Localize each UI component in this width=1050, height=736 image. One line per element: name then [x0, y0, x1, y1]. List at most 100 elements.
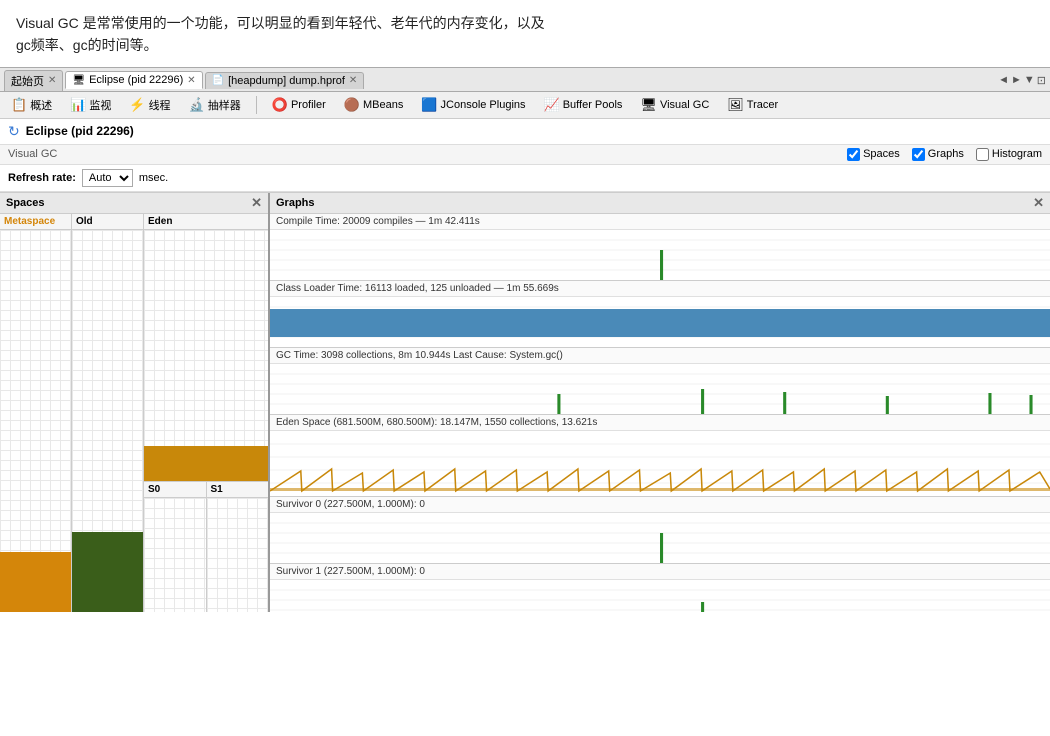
survivor0-graph — [270, 513, 1050, 563]
tab-heapdump[interactable]: 📄 [heapdump] dump.hprof ✕ — [205, 72, 365, 89]
old-col-header: Old — [72, 214, 143, 230]
tab-nav-buttons: ◄ ► ▼ ⊡ — [998, 74, 1046, 87]
toolbar-bufferpools[interactable]: 📈 Buffer Pools — [539, 95, 628, 115]
tab-nav-list[interactable]: ▼ — [1024, 74, 1035, 87]
checkbox-spaces[interactable]: Spaces — [847, 148, 900, 161]
graphs-scroll[interactable]: Compile Time: 20009 compiles — 1m 42.411… — [270, 214, 1050, 612]
refresh-rate-select[interactable]: Auto 100 200 500 1000 — [82, 169, 133, 187]
toolbar-tracer[interactable]: 🖼 Tracer — [722, 95, 783, 115]
toolbar-sampler[interactable]: 🔬 抽样器 — [184, 95, 246, 115]
graphs-panel-header: Graphs ✕ — [270, 193, 1050, 214]
monitor-label: 监视 — [89, 97, 111, 113]
eden-space-graph — [270, 431, 1050, 496]
compile-time-graph — [270, 230, 1050, 280]
tab-nav-prev[interactable]: ◄ — [998, 74, 1009, 87]
bufferpools-label: Buffer Pools — [563, 99, 623, 111]
tab-heapdump-close[interactable]: ✕ — [349, 75, 357, 86]
spaces-checkbox[interactable] — [847, 148, 860, 161]
toolbar-mbeans[interactable]: 🟤 MBeans — [339, 95, 409, 115]
classloader-section: Class Loader Time: 16113 loaded, 125 unl… — [270, 281, 1050, 348]
metaspace-col-body — [0, 230, 71, 612]
visualgc-icon: 🖥 — [640, 97, 657, 113]
intro-text: Visual GC 是常常使用的一个功能，可以明显的看到年轻代、老年代的内存变化… — [0, 0, 1050, 67]
app-title: Eclipse (pid 22296) — [26, 124, 134, 138]
graphs-panel: Graphs ✕ Compile Time: 20009 compiles — … — [270, 193, 1050, 612]
eden-s-section: Eden S0 S1 — [144, 214, 268, 612]
toolbar: 📋 概述 📊 监视 ⚡ 线程 🔬 抽样器 ⭕ Profiler 🟤 MBeans… — [0, 92, 1050, 119]
spaces-panel-close[interactable]: ✕ — [251, 195, 262, 211]
metaspace-col-header: Metaspace — [0, 214, 71, 230]
tab-home[interactable]: 起始页 ✕ — [4, 70, 63, 91]
histogram-checkbox[interactable] — [976, 148, 989, 161]
gc-time-section: GC Time: 3098 collections, 8m 10.944s La… — [270, 348, 1050, 415]
survivor1-section: Survivor 1 (227.500M, 1.000M): 0 — [270, 564, 1050, 612]
graphs-title: Graphs — [276, 197, 315, 209]
survivor0-section: Survivor 0 (227.500M, 1.000M): 0 — [270, 497, 1050, 564]
spaces-panel: Spaces ✕ Metaspace Old — [0, 193, 270, 612]
tab-eclipse-close[interactable]: ✕ — [187, 75, 195, 86]
tab-home-close[interactable]: ✕ — [48, 75, 56, 86]
toolbar-monitor[interactable]: 📊 监视 — [65, 95, 116, 115]
checkbox-graphs[interactable]: Graphs — [912, 148, 964, 161]
eden-col-header: Eden — [144, 214, 268, 230]
s0-col-header: S0 — [144, 482, 206, 498]
sampler-label: 抽样器 — [208, 97, 241, 113]
old-fill — [72, 532, 143, 612]
tab-nav-restore[interactable]: ⊡ — [1037, 74, 1046, 87]
s1-col: S1 — [207, 482, 269, 612]
jconsole-icon: 🟦 — [421, 97, 437, 113]
section-header-bar: Visual GC Spaces Graphs Histogram — [0, 145, 1050, 165]
eden-col: Eden — [144, 214, 268, 482]
mbeans-label: MBeans — [363, 99, 403, 111]
compile-time-label: Compile Time: 20009 compiles — 1m 42.411… — [270, 214, 1050, 230]
tab-nav-next[interactable]: ► — [1011, 74, 1022, 87]
old-col: Old — [72, 214, 144, 612]
survivor1-graph — [270, 580, 1050, 612]
tab-eclipse-label: Eclipse (pid 22296) — [89, 74, 183, 86]
s-section: S0 S1 — [144, 482, 268, 612]
metaspace-fill — [0, 552, 71, 612]
toolbar-jconsole[interactable]: 🟦 JConsole Plugins — [416, 95, 530, 115]
tab-heapdump-icon: 📄 — [212, 75, 224, 86]
app-title-bar: ↻ Eclipse (pid 22296) — [0, 119, 1050, 145]
tab-eclipse-icon: 🖥 — [72, 75, 85, 86]
toolbar-sep1 — [256, 96, 257, 114]
toolbar-profiler[interactable]: ⭕ Profiler — [267, 95, 331, 115]
overview-label: 概述 — [30, 97, 52, 113]
threads-label: 线程 — [149, 97, 171, 113]
main-content: Spaces ✕ Metaspace Old — [0, 192, 1050, 612]
toolbar-overview[interactable]: 📋 概述 — [6, 95, 57, 115]
tab-eclipse[interactable]: 🖥 Eclipse (pid 22296) ✕ — [65, 71, 202, 89]
gc-time-graph — [270, 364, 1050, 414]
toolbar-visualgc[interactable]: 🖥 Visual GC — [635, 95, 714, 115]
eden-fill — [144, 446, 268, 481]
eden-space-section: Eden Space (681.500M, 680.500M): 18.147M… — [270, 415, 1050, 497]
metaspace-col: Metaspace — [0, 214, 72, 612]
toolbar-threads[interactable]: ⚡ 线程 — [124, 95, 175, 115]
survivor1-label: Survivor 1 (227.500M, 1.000M): 0 — [270, 564, 1050, 580]
mbeans-icon: 🟤 — [344, 97, 360, 113]
eden-space-label: Eden Space (681.500M, 680.500M): 18.147M… — [270, 415, 1050, 431]
classloader-graph — [270, 297, 1050, 347]
profiler-icon: ⭕ — [272, 97, 288, 113]
sampler-icon: 🔬 — [189, 97, 205, 113]
jconsole-label: JConsole Plugins — [441, 99, 526, 111]
tracer-label: Tracer — [747, 99, 778, 111]
classloader-label: Class Loader Time: 16113 loaded, 125 unl… — [270, 281, 1050, 297]
graphs-panel-close[interactable]: ✕ — [1033, 195, 1044, 211]
compile-time-section: Compile Time: 20009 compiles — 1m 42.411… — [270, 214, 1050, 281]
s1-col-header: S1 — [207, 482, 269, 498]
refresh-rate-label: Refresh rate: — [8, 172, 76, 184]
tracer-icon: 🖼 — [727, 97, 744, 113]
tab-heapdump-label: [heapdump] dump.hprof — [228, 75, 345, 87]
refresh-icon: ↻ — [8, 123, 20, 140]
gc-time-label: GC Time: 3098 collections, 8m 10.944s La… — [270, 348, 1050, 364]
threads-icon: ⚡ — [129, 97, 145, 113]
s1-col-body — [207, 498, 269, 612]
refresh-rate-bar: Refresh rate: Auto 100 200 500 1000 msec… — [0, 165, 1050, 192]
profiler-label: Profiler — [291, 99, 326, 111]
tab-bar: 起始页 ✕ 🖥 Eclipse (pid 22296) ✕ 📄 [heapdum… — [0, 67, 1050, 92]
checkbox-histogram[interactable]: Histogram — [976, 148, 1042, 161]
spaces-panel-header: Spaces ✕ — [0, 193, 268, 214]
graphs-checkbox[interactable] — [912, 148, 925, 161]
